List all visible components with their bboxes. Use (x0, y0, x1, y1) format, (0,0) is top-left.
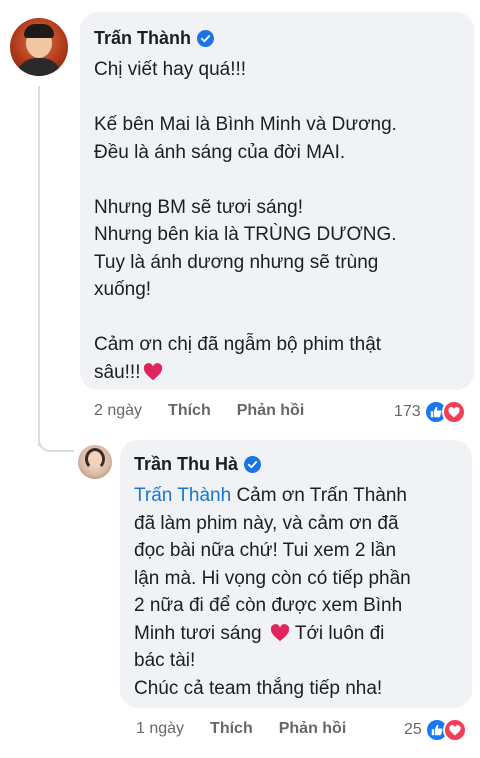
comment-body: Trấn Thành Cảm ơn Trấn Thành đã làm phim… (134, 482, 458, 702)
avatar-tran-thu-ha[interactable] (78, 445, 112, 479)
author-name[interactable]: Trần Thu Hà (134, 454, 238, 475)
comment-line: lận mà. Hi vọng còn có tiếp phần (134, 567, 411, 589)
comment-line: 2 nữa đi để còn được xem Bình (134, 595, 403, 616)
comment-line: Chúc cả team thắng tiếp nha! (134, 677, 383, 699)
comment-line: đã làm phim này, và cảm ơn đã (134, 512, 399, 534)
reaction-count: 173 (394, 403, 421, 420)
love-reaction-icon (441, 400, 466, 424)
comment-timestamp[interactable]: 2 ngày (94, 402, 142, 420)
comment-line: Cảm ơn chị đã ngẫm bộ phim thật (94, 334, 382, 355)
avatar-hair-shape (24, 24, 54, 38)
avatar-tran-thanh[interactable] (10, 18, 68, 76)
red-heart-emoji-icon (144, 362, 163, 380)
reply-connector-line (38, 420, 74, 452)
comment-author: Trấn Thành (94, 26, 458, 50)
comment-line: Nhưng bên kia là TRÙNG DƯƠNG. (94, 224, 397, 245)
reply-button[interactable]: Phản hồi (237, 402, 305, 420)
mention-link[interactable]: Trấn Thành (134, 485, 231, 506)
reaction-icons (424, 718, 467, 742)
comment-line-heart: Minh tươi sáng Tới luôn đi (134, 620, 458, 648)
like-button[interactable]: Thích (168, 402, 211, 420)
comment-bubble-main: Trấn Thành Chị viết hay quá!!! Kế bên Ma… (80, 12, 474, 390)
avatar-body-shape (16, 58, 62, 76)
comment-line: Kế bên Mai là Bình Minh và Dương. (94, 114, 397, 135)
reaction-count: 25 (404, 721, 422, 738)
red-heart-emoji-icon (270, 623, 290, 641)
comment-line-text: Minh tươi sáng (134, 622, 267, 644)
reaction-icons (423, 400, 466, 424)
comment-body: Chị viết hay quá!!! Kế bên Mai là Bình M… (94, 56, 458, 386)
reaction-summary-reply[interactable]: 25 (404, 718, 467, 742)
comment-line-text: sâu!!! (94, 361, 141, 383)
avatar-face-shape (89, 452, 102, 467)
comment-line: đọc bài nữa chứ! Tui xem 2 lần (134, 540, 397, 561)
comment-line-text: Cảm ơn Trấn Thành (231, 485, 407, 506)
comment-line: bác tài! (134, 650, 196, 671)
comment-author: Trần Thu Hà (134, 452, 458, 476)
comment-line-first: Trấn Thành Cảm ơn Trấn Thành (134, 482, 458, 510)
comment-line: Tuy là ánh dương nhưng sẽ trùng (94, 251, 379, 273)
comment-line-text: Tới luôn đi (289, 622, 385, 644)
comment-line: Nhưng BM sẽ tươi sáng! (94, 196, 303, 218)
like-button[interactable]: Thích (210, 720, 253, 738)
comment-actions-main: 2 ngày Thích Phản hồi (94, 402, 304, 420)
comment-bubble-reply: Trần Thu Hà Trấn Thành Cảm ơn Trấn Thành… (120, 440, 472, 708)
love-reaction-icon (442, 718, 467, 742)
reaction-summary-main[interactable]: 173 (394, 400, 466, 424)
comment-line-last: sâu!!! (94, 359, 458, 387)
comment-line: Chị viết hay quá!!! (94, 59, 247, 80)
comment-line: Đều là ánh sáng của đời MAI. (94, 141, 346, 163)
thread-line (38, 86, 40, 446)
verified-badge-icon (244, 455, 262, 473)
reply-button[interactable]: Phản hồi (279, 720, 347, 738)
verified-badge-icon (197, 29, 215, 47)
author-name[interactable]: Trấn Thành (94, 28, 191, 49)
comment-actions-reply: 1 ngày Thích Phản hồi (136, 720, 346, 738)
comment-timestamp[interactable]: 1 ngày (136, 720, 184, 738)
comment-line: xuống! (94, 279, 152, 300)
